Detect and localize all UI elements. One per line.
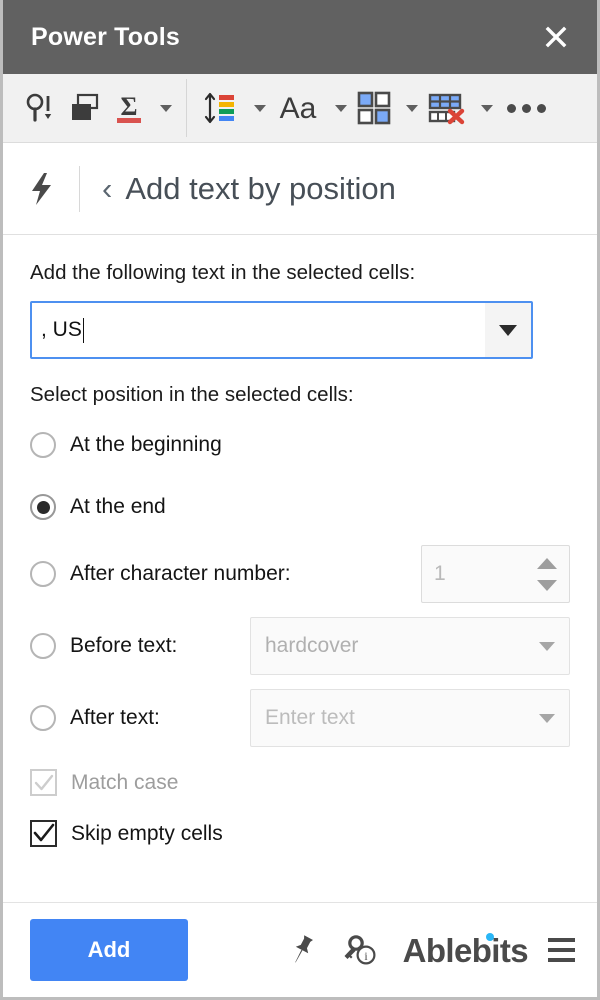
toolbar-item-find-and-replace[interactable] <box>17 85 63 131</box>
toolbar-caret-formulas[interactable] <box>160 104 172 112</box>
power-tools-panel: Power Tools Σ Aa ‹ Add text by position … <box>0 0 600 1000</box>
brand-name: Ablebits <box>402 931 529 969</box>
text-Aa-icon: Aa <box>276 91 320 125</box>
stepper-down-icon[interactable] <box>537 579 557 591</box>
table-remove-icon <box>428 91 466 125</box>
label-skip-empty-cells: Skip empty cells <box>71 821 223 845</box>
toolbar-item-clear-remove[interactable] <box>422 85 472 131</box>
menu-button[interactable] <box>548 938 575 962</box>
ellipsis-icon <box>507 103 516 113</box>
sort-color-icon <box>201 91 239 125</box>
back-button[interactable]: ‹ <box>102 173 112 204</box>
toolbar-separator <box>186 79 187 137</box>
radio-at-the-end[interactable] <box>30 494 56 520</box>
svg-text:Σ: Σ <box>121 92 138 121</box>
window-title: Power Tools <box>31 22 180 51</box>
license-info-button[interactable]: i <box>341 933 377 967</box>
toolbar-caret-split[interactable] <box>406 104 418 112</box>
chevron-down-icon <box>539 641 555 651</box>
option-row-after-character[interactable]: After character number: 1 <box>30 545 570 603</box>
option-row-after-text[interactable]: After text: Enter text <box>30 689 570 747</box>
toolbar-item-sort-and-filter[interactable] <box>195 85 245 131</box>
brand-dot-icon <box>486 932 494 941</box>
stepper-up-icon[interactable] <box>537 557 557 569</box>
toolbar-group-right: Aa <box>195 74 556 142</box>
label-at-the-end: At the end <box>70 495 166 518</box>
add-text-combobox[interactable]: , US <box>30 301 533 359</box>
before-text-combobox[interactable]: hardcover <box>250 617 570 675</box>
split-quadrant-icon <box>357 91 391 125</box>
add-text-dropdown-button[interactable] <box>485 303 531 357</box>
toolbar-item-split[interactable] <box>351 85 397 131</box>
toolbar-item-merge-sheets[interactable] <box>63 85 107 131</box>
add-button[interactable]: Add <box>30 919 188 981</box>
merge-sheets-icon <box>69 92 101 124</box>
toolbar: Σ Aa <box>3 74 597 143</box>
check-icon <box>33 823 54 841</box>
label-at-the-beginning: At the beginning <box>70 433 222 456</box>
radio-before-text[interactable] <box>30 633 56 659</box>
page-title: Add text by position <box>125 171 396 206</box>
brand-logo: Ablebits <box>402 931 529 969</box>
label-after-character-number: After character number: <box>70 562 291 585</box>
hamburger-icon <box>548 938 575 942</box>
footer: Add i Ablebits <box>3 902 597 997</box>
add-text-label: Add the following text in the selected c… <box>30 261 416 284</box>
label-match-case: Match case <box>71 770 179 794</box>
checkbox-match-case[interactable] <box>30 769 57 796</box>
toolbar-item-more-tools[interactable] <box>497 103 556 113</box>
toolbar-item-formulas[interactable]: Σ <box>107 85 151 131</box>
add-text-input[interactable]: , US <box>32 303 485 357</box>
stepper-arrows <box>531 546 569 602</box>
pushpin-icon <box>294 935 313 963</box>
checkbox-row-match-case[interactable]: Match case <box>30 769 570 796</box>
label-before-text: Before text: <box>70 634 178 657</box>
titlebar: Power Tools <box>3 0 597 74</box>
close-icon <box>545 26 567 48</box>
after-text-placeholder: Enter text <box>265 706 355 729</box>
character-number-value: 1 <box>434 562 446 585</box>
before-text-value: hardcover <box>265 634 359 657</box>
radio-after-character-number[interactable] <box>30 561 56 587</box>
svg-text:Aa: Aa <box>280 92 317 125</box>
checkbox-skip-empty-cells[interactable] <box>30 820 57 847</box>
subheader: ‹ Add text by position <box>3 143 597 235</box>
position-label: Select position in the selected cells: <box>30 383 354 406</box>
magnifier-exclamation-icon <box>23 91 57 125</box>
checkbox-row-skip-empty-cells[interactable]: Skip empty cells <box>30 820 570 847</box>
subheader-divider <box>79 165 80 212</box>
sigma-icon: Σ <box>113 91 145 125</box>
toolbar-caret-clear[interactable] <box>481 104 493 112</box>
main-content: Add the following text in the selected c… <box>3 235 597 902</box>
radio-at-the-beginning[interactable] <box>30 432 56 458</box>
toolbar-item-text[interactable]: Aa <box>270 85 326 131</box>
add-text-value: , US <box>41 318 82 341</box>
key-info-icon: i <box>344 935 376 965</box>
after-text-combobox[interactable]: Enter text <box>250 689 570 747</box>
pin-button[interactable] <box>285 933 319 967</box>
character-number-stepper[interactable]: 1 <box>421 545 570 603</box>
toolbar-caret-text[interactable] <box>335 104 347 112</box>
close-button[interactable] <box>539 20 573 54</box>
label-after-text: After text: <box>70 706 160 729</box>
check-icon <box>34 774 53 790</box>
radio-after-text[interactable] <box>30 705 56 731</box>
lightning-bolt-icon[interactable] <box>25 172 59 206</box>
chevron-down-icon <box>539 713 555 723</box>
toolbar-group-left: Σ <box>17 74 176 142</box>
toolbar-caret-sort[interactable] <box>254 104 266 112</box>
option-row-beginning[interactable]: At the beginning <box>30 421 570 469</box>
option-row-end[interactable]: At the end <box>30 483 570 531</box>
option-row-before-text[interactable]: Before text: hardcover <box>30 617 570 675</box>
chevron-down-icon <box>499 324 517 336</box>
text-cursor <box>82 317 84 343</box>
